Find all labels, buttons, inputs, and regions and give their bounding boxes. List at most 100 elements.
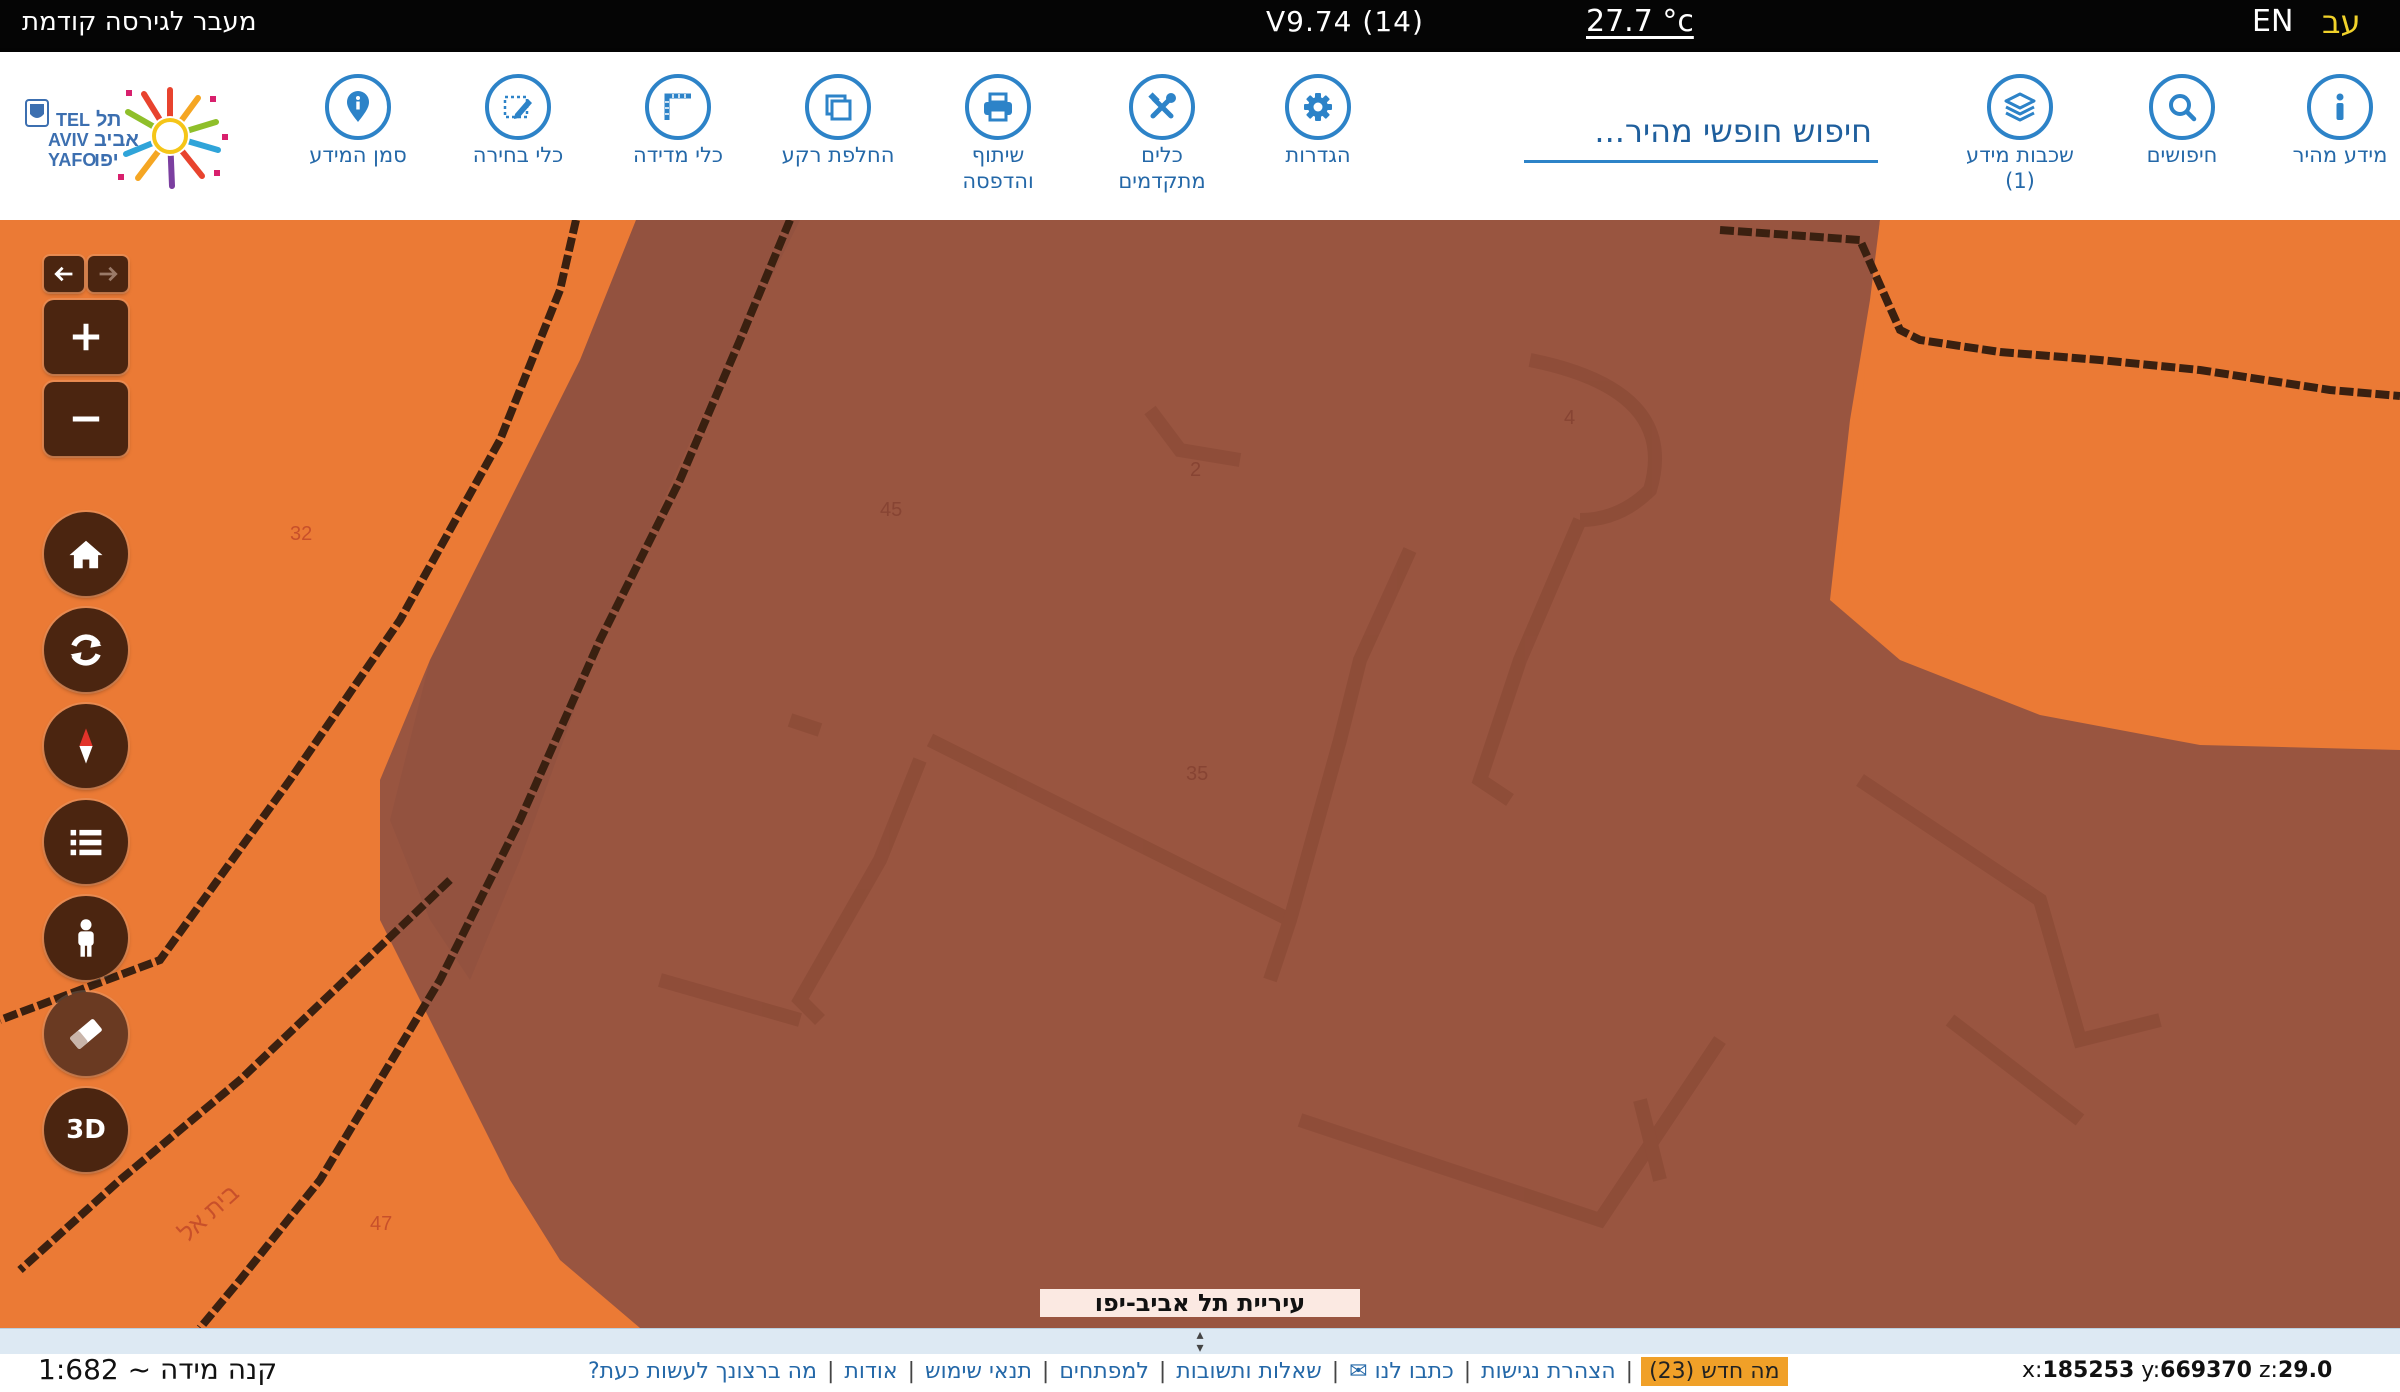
selection-tools-label: כלי בחירה xyxy=(472,143,564,167)
measure-tools-label: כלי מדידה xyxy=(632,143,724,167)
city-name-label: עיריית תל אביב-יפו xyxy=(1040,1289,1360,1317)
home-icon xyxy=(69,540,103,569)
map-scale-label: קנה מידה ~ 1:682 xyxy=(38,1353,278,1386)
x-label: x: xyxy=(2022,1358,2043,1383)
settings-button[interactable]: הגדרות xyxy=(1236,74,1400,168)
parcel-number: 4 xyxy=(1564,407,1575,429)
logo-text-aviv: AVIV xyxy=(48,130,89,150)
top-bar: מעבר לגירסה קודמת V9.74 (14) 27.7 °c EN … xyxy=(0,0,2400,52)
logo-text-yafo: YAFO xyxy=(48,150,96,170)
share-print-label-line1: שיתוף xyxy=(971,143,1025,167)
previous-version-link[interactable]: מעבר לגירסה קודמת xyxy=(22,0,256,52)
ruler-icon xyxy=(645,74,711,140)
basemap-icon xyxy=(805,74,871,140)
footer-collapse-bar[interactable]: ▴ ▾ xyxy=(0,1328,2400,1355)
zoom-in-button[interactable] xyxy=(44,300,128,374)
gear-icon xyxy=(1285,74,1351,140)
parcel-number: 45 xyxy=(880,499,902,521)
logo-text-aviv-he: אביב xyxy=(94,129,139,151)
footer-link-developers[interactable]: למפתחים xyxy=(1049,1359,1159,1384)
quick-info-button[interactable]: מידע מהיר xyxy=(2258,74,2400,168)
plus-icon xyxy=(72,323,100,351)
parcel-number: 2 xyxy=(1190,459,1201,481)
footer: קנה מידה ~ 1:682 מה ברצונך לעשות כעת? | א… xyxy=(0,1354,2400,1392)
whats-new-badge[interactable]: מה חדש (23) xyxy=(1641,1356,1788,1386)
switch-basemap-label: החלפת רקע xyxy=(781,143,895,167)
tools-icon xyxy=(1129,74,1195,140)
street-view-button[interactable] xyxy=(44,896,128,980)
share-print-label-line2: והדפסה xyxy=(962,169,1034,193)
info-marker-label: סמן המידע xyxy=(309,143,407,167)
tel-aviv-yafo-logo[interactable]: TEL AVIV YAFO תל אביב יפו xyxy=(22,74,252,200)
map-pin-icon xyxy=(325,74,391,140)
list-icon xyxy=(70,829,102,856)
logo-text-tel: TEL xyxy=(56,110,90,130)
quick-search-box xyxy=(1524,102,1878,163)
y-label: y: xyxy=(2141,1358,2161,1383)
magnifier-icon xyxy=(2149,74,2215,140)
refresh-button[interactable] xyxy=(44,608,128,692)
quick-info-label: מידע מהיר xyxy=(2292,143,2388,167)
refresh-icon xyxy=(70,634,102,666)
compass-icon xyxy=(79,728,93,764)
arrow-right-icon xyxy=(99,266,118,282)
map-back-button[interactable] xyxy=(44,256,84,292)
z-label: z: xyxy=(2259,1358,2278,1383)
version-label: V9.74 (14) xyxy=(1266,5,1424,38)
eraser-icon xyxy=(70,1019,102,1049)
info-layers-button[interactable]: שכבות מידע (1) xyxy=(1938,74,2102,194)
city-emblem-icon xyxy=(25,99,49,127)
selection-edit-icon xyxy=(485,74,551,140)
parcel-number: 47 xyxy=(370,1213,392,1235)
orange-parcel-top-right xyxy=(1840,220,2400,692)
info-layers-label: שכבות מידע xyxy=(1966,143,2074,167)
printer-icon xyxy=(965,74,1031,140)
footer-link-accessibility[interactable]: הצהרת נגישות xyxy=(1471,1359,1626,1384)
pegman-icon xyxy=(78,919,94,957)
clear-graphics-button[interactable] xyxy=(44,992,128,1076)
quick-search-input[interactable] xyxy=(1524,102,1878,160)
y-coordinate: 669370 xyxy=(2160,1358,2252,1383)
searches-button[interactable]: חיפושים xyxy=(2100,74,2264,168)
switch-basemap-button[interactable]: החלפת רקע xyxy=(756,74,920,168)
advanced-tools-label-line2: מתקדמים xyxy=(1118,169,1206,193)
footer-link-contact[interactable]: כתבו לנו ✉ xyxy=(1339,1359,1464,1384)
layers-icon xyxy=(1987,74,2053,140)
compass-button[interactable] xyxy=(44,704,128,788)
three-d-view-button[interactable]: 3D xyxy=(44,1088,128,1172)
advanced-tools-button[interactable]: כלים מתקדמים xyxy=(1080,74,1244,194)
footer-link-about[interactable]: אודות xyxy=(834,1359,907,1384)
parcel-number: 35 xyxy=(1186,763,1208,785)
footer-link-what-to-do[interactable]: מה ברצונך לעשות כעת? xyxy=(578,1359,827,1384)
parcel-number: 32 xyxy=(290,523,312,545)
info-layers-count: (1) xyxy=(2005,169,2035,193)
measure-tools-button[interactable]: כלי מדידה xyxy=(596,74,760,168)
minus-icon xyxy=(72,416,100,422)
language-hebrew-button[interactable]: עב xyxy=(2322,0,2361,52)
temperature-link[interactable]: 27.7 °c xyxy=(1586,0,1694,52)
footer-links: מה ברצונך לעשות כעת? | אודות | תנאי שימוש |… xyxy=(578,1354,1788,1388)
home-extent-button[interactable] xyxy=(44,512,128,596)
collapse-arrows-icon[interactable]: ▴ ▾ xyxy=(1188,1328,1212,1355)
advanced-tools-label-line1: כלים xyxy=(1141,143,1183,167)
footer-link-faq[interactable]: שאלות ותשובות xyxy=(1166,1359,1331,1384)
map-forward-button[interactable] xyxy=(88,256,128,292)
share-print-button[interactable]: שיתוף והדפסה xyxy=(916,74,1080,194)
settings-label: הגדרות xyxy=(1285,143,1351,167)
logo-text-tel-he: תל xyxy=(96,109,121,131)
coordinates-readout: x:185253 y:669370 z:29.0 xyxy=(2022,1358,2332,1383)
footer-link-terms[interactable]: תנאי שימוש xyxy=(915,1359,1042,1384)
zoom-out-button[interactable] xyxy=(44,382,128,456)
selection-tools-button[interactable]: כלי בחירה xyxy=(436,74,600,168)
info-marker-button[interactable]: סמן המידע xyxy=(276,74,440,168)
logo-text-yafo-he: יפו xyxy=(94,149,119,171)
map-canvas[interactable]: 32 45 2 4 35 47 בית אל עיריית תל אביב-יפ… xyxy=(0,220,2400,1328)
searches-label: חיפושים xyxy=(2146,143,2218,167)
info-icon xyxy=(2307,74,2373,140)
language-english-button[interactable]: EN xyxy=(2252,0,2293,52)
main-toolbar: מידע מהיר חיפושים שכבות מידע (1) הגדרות … xyxy=(0,52,2400,220)
legend-list-button[interactable] xyxy=(44,800,128,884)
arrow-left-icon xyxy=(54,266,73,282)
z-coordinate: 29.0 xyxy=(2277,1358,2333,1383)
x-coordinate: 185253 xyxy=(2042,1358,2135,1383)
